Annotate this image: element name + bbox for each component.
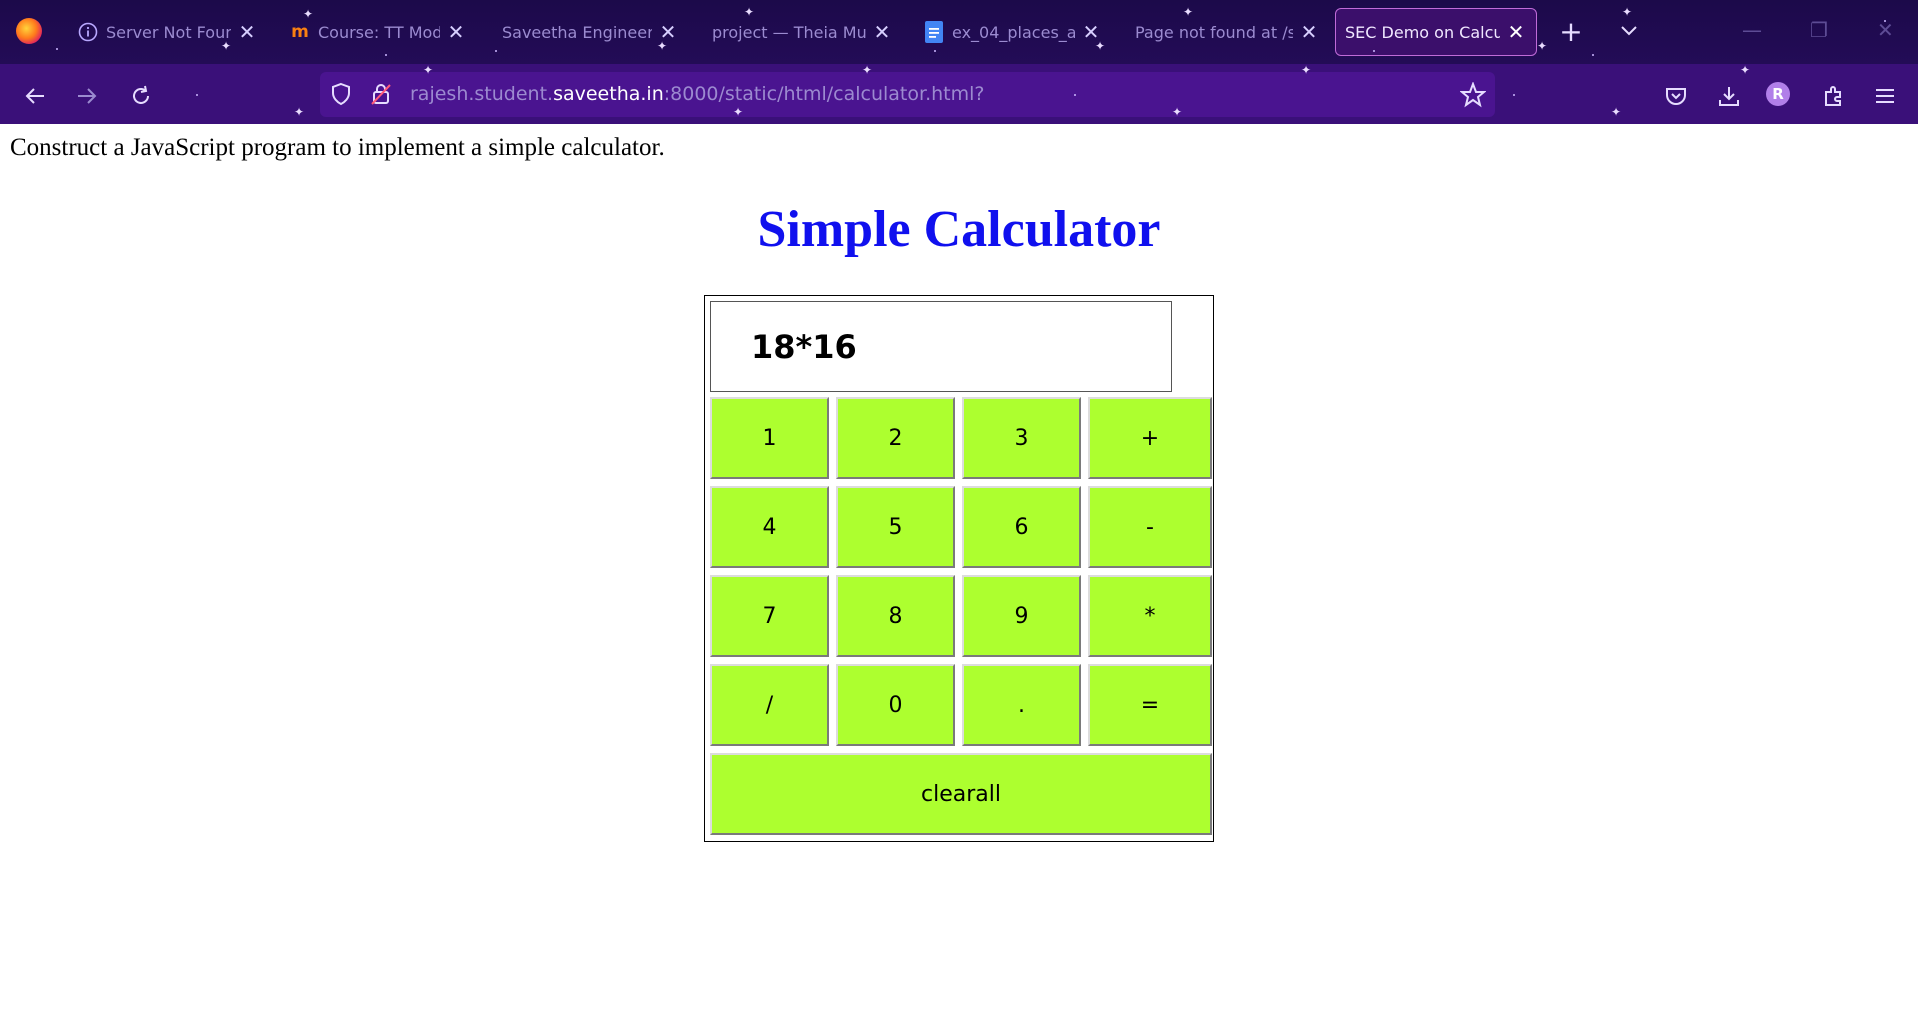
close-tab-icon[interactable]: ✕ xyxy=(237,20,257,44)
tab-saveetha[interactable]: Saveetha Engineering ✕ xyxy=(502,8,678,56)
url-host: saveetha.in xyxy=(553,83,664,105)
key-equals[interactable]: = xyxy=(1088,664,1212,746)
key-multiply[interactable]: * xyxy=(1088,575,1212,657)
tab-label: ex_04_places_around xyxy=(952,22,1075,42)
close-tab-icon[interactable]: ✕ xyxy=(658,20,678,44)
tab-label: Course: TT Modules xyxy=(318,22,440,42)
key-minus[interactable]: - xyxy=(1088,486,1212,568)
info-icon xyxy=(78,22,98,42)
key-3[interactable]: 3 xyxy=(962,397,1081,479)
tracking-protection-shield-icon[interactable] xyxy=(330,82,352,110)
address-bar[interactable]: rajesh.student.saveetha.in:8000/static/h… xyxy=(320,72,1495,117)
tab-label: Saveetha Engineering xyxy=(502,22,652,42)
instruction-text: Construct a JavaScript program to implem… xyxy=(10,134,665,161)
calculator-display[interactable]: 18*16 xyxy=(710,301,1172,392)
url-suffix: :8000/static/html/calculator.html? xyxy=(663,83,985,105)
close-tab-icon[interactable]: ✕ xyxy=(1506,20,1526,44)
key-4[interactable]: 4 xyxy=(710,486,829,568)
tab-label: project — Theia Multi xyxy=(712,22,866,42)
firefox-logo-icon[interactable] xyxy=(16,18,42,44)
key-9[interactable]: 9 xyxy=(962,575,1081,657)
restore-window-icon[interactable]: ❐ xyxy=(1810,18,1828,42)
tab-page-not-found[interactable]: Page not found at /s ✕ xyxy=(1135,8,1319,56)
tab-label: Server Not Found xyxy=(106,22,231,42)
docs-icon xyxy=(924,21,944,43)
calculator-panel: 18*16 1 2 3 + 4 5 6 - 7 8 9 * / 0 . = cl… xyxy=(704,295,1214,842)
key-divide[interactable]: / xyxy=(710,664,829,746)
key-0[interactable]: 0 xyxy=(836,664,955,746)
list-all-tabs-chevron-icon[interactable] xyxy=(1614,16,1644,46)
tab-sec-demo-calculator[interactable]: SEC Demo on Calculator ✕ xyxy=(1335,8,1537,56)
close-tab-icon[interactable]: ✕ xyxy=(1081,20,1101,44)
tab-server-not-found[interactable]: Server Not Found ✕ xyxy=(78,8,257,56)
hamburger-menu-icon[interactable] xyxy=(1869,80,1901,112)
extensions-puzzle-icon[interactable] xyxy=(1818,80,1850,112)
tab-theia-project[interactable]: project — Theia Multi ✕ xyxy=(712,8,892,56)
url-prefix: rajesh.student. xyxy=(410,83,554,105)
tab-label: SEC Demo on Calculator xyxy=(1345,22,1500,42)
tab-label: Page not found at /s xyxy=(1135,22,1293,42)
insecure-lock-icon[interactable] xyxy=(370,82,392,110)
key-plus[interactable]: + xyxy=(1088,397,1212,479)
pocket-icon[interactable] xyxy=(1660,80,1692,112)
key-1[interactable]: 1 xyxy=(710,397,829,479)
key-8[interactable]: 8 xyxy=(836,575,955,657)
tab-ex04[interactable]: ex_04_places_around ✕ xyxy=(924,8,1101,56)
account-avatar[interactable]: R xyxy=(1766,82,1790,106)
close-tab-icon[interactable]: ✕ xyxy=(446,20,466,44)
key-2[interactable]: 2 xyxy=(836,397,955,479)
forward-arrow-icon[interactable] xyxy=(71,80,103,112)
clear-all-button[interactable]: clearall xyxy=(710,753,1212,835)
downloads-icon[interactable] xyxy=(1713,80,1745,112)
key-7[interactable]: 7 xyxy=(710,575,829,657)
back-arrow-icon[interactable] xyxy=(19,80,51,112)
tab-bar: Server Not Found ✕ m Course: TT Modules … xyxy=(0,0,1918,64)
moodle-icon: m xyxy=(291,22,309,42)
new-tab-plus-icon[interactable]: + xyxy=(1556,15,1586,48)
close-tab-icon[interactable]: ✕ xyxy=(872,20,892,44)
key-decimal[interactable]: . xyxy=(962,664,1081,746)
close-tab-icon[interactable]: ✕ xyxy=(1299,20,1319,44)
tab-course[interactable]: m Course: TT Modules ✕ xyxy=(290,8,466,56)
minimize-icon[interactable]: — xyxy=(1742,18,1762,42)
reload-icon[interactable] xyxy=(125,80,157,112)
bookmark-star-icon[interactable] xyxy=(1459,81,1487,112)
url-text[interactable]: rajesh.student.saveetha.in:8000/static/h… xyxy=(410,72,984,117)
browser-chrome: Server Not Found ✕ m Course: TT Modules … xyxy=(0,0,1918,124)
page-title: Simple Calculator xyxy=(757,201,1161,258)
key-6[interactable]: 6 xyxy=(962,486,1081,568)
key-5[interactable]: 5 xyxy=(836,486,955,568)
